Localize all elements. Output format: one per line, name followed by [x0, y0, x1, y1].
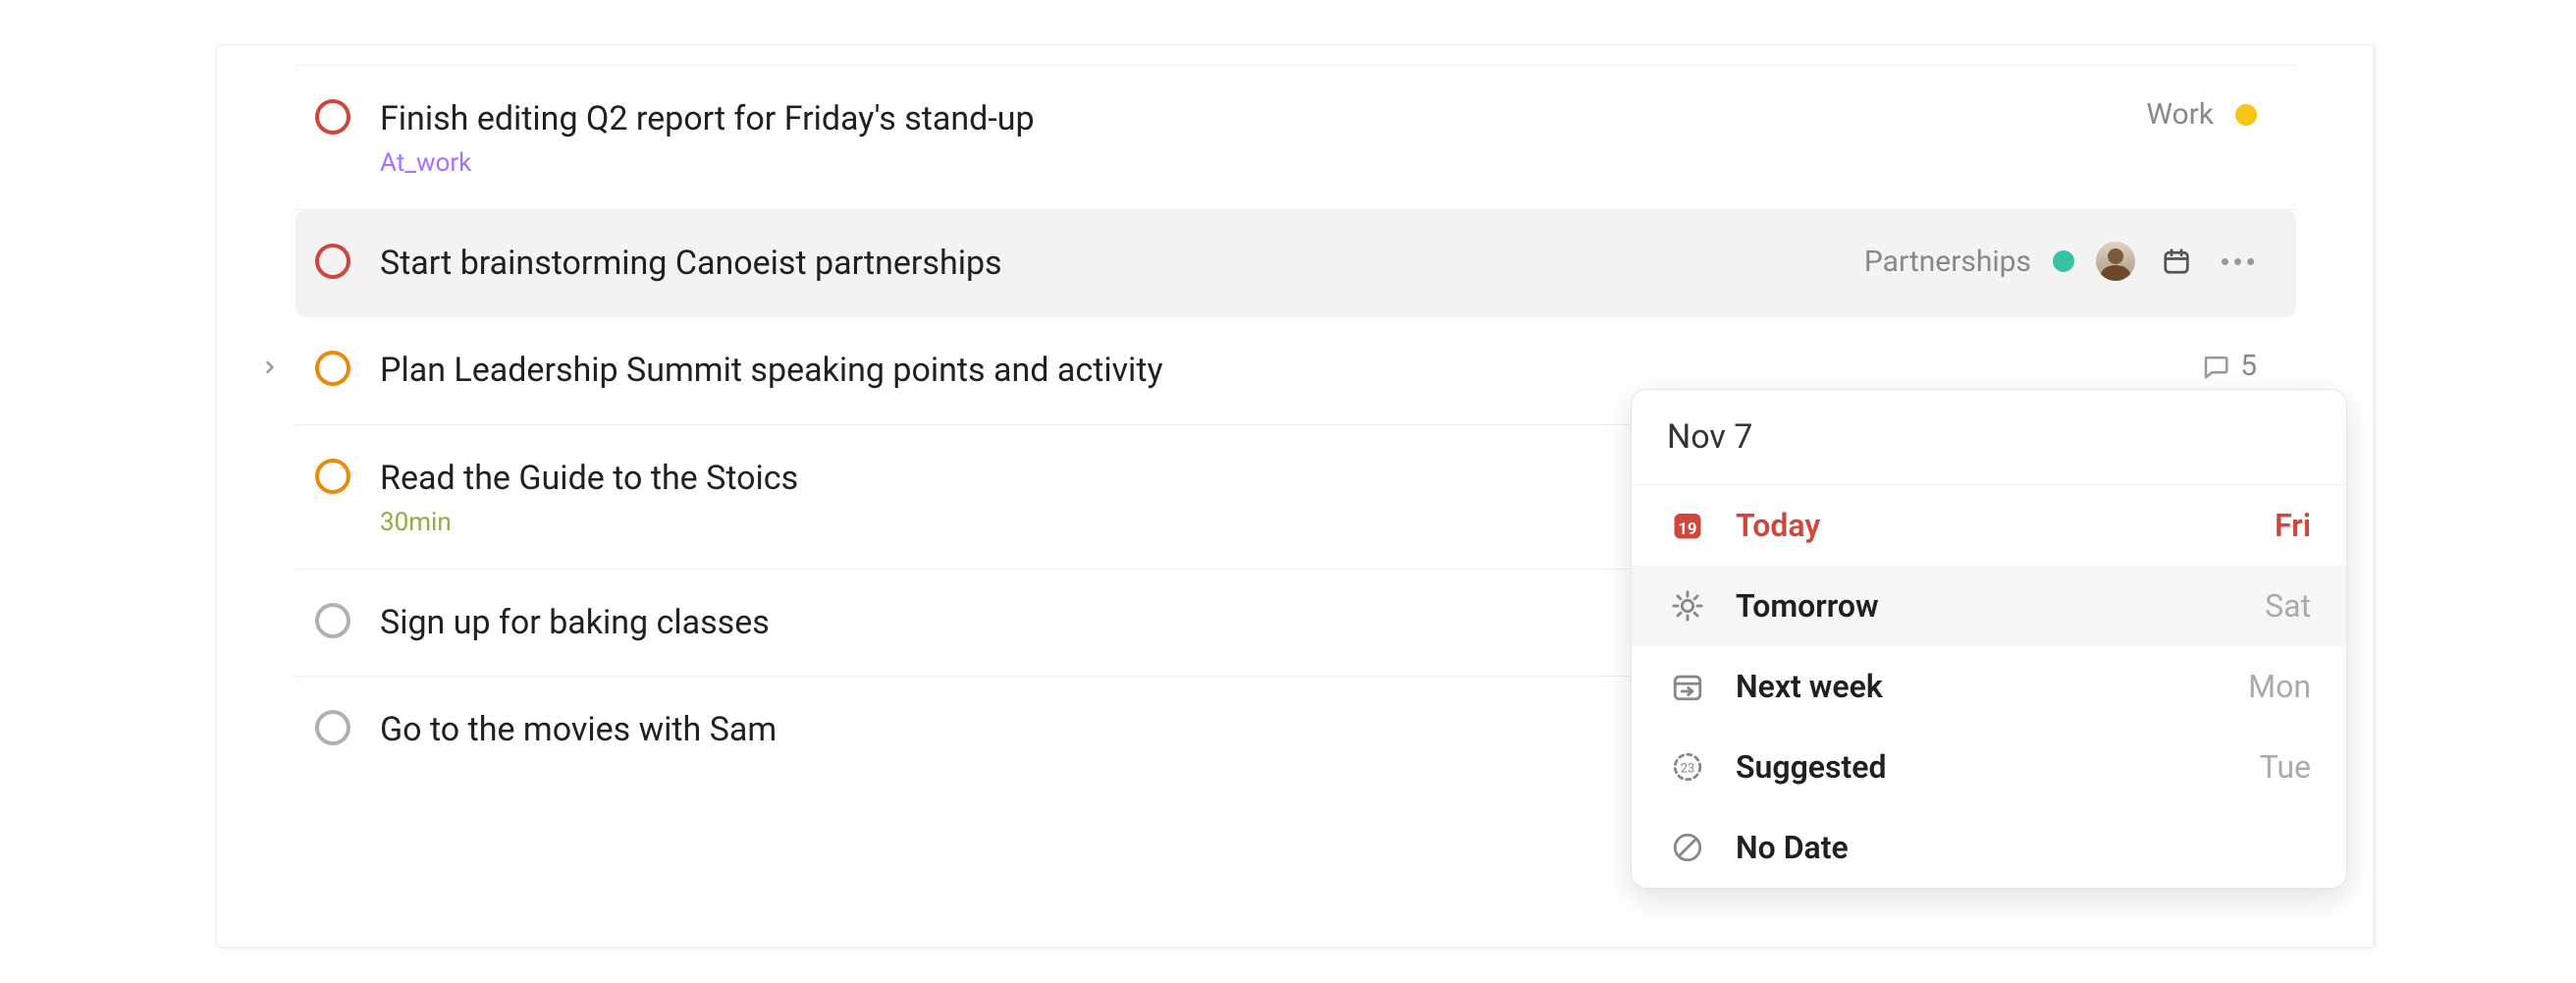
schedule-icon[interactable] [2157, 242, 2196, 281]
date-option-label: Next week [1736, 668, 1883, 705]
date-option-suggested[interactable]: 23 Suggested Tue [1632, 727, 2346, 807]
date-option-tomorrow[interactable]: Tomorrow Sat [1632, 566, 2346, 646]
svg-text:19: 19 [1679, 520, 1697, 539]
project-name[interactable]: Work [2146, 97, 2214, 132]
date-option-label: Today [1736, 507, 1820, 544]
task-title: Start brainstorming Canoeist partnership… [380, 242, 1835, 285]
task-main: Finish editing Q2 report for Friday's st… [380, 97, 2117, 178]
task-title: Plan Leadership Summit speaking points a… [380, 349, 2172, 392]
task-row[interactable]: Finish editing Q2 report for Friday's st… [295, 65, 2296, 210]
date-option-label: Suggested [1736, 748, 1886, 786]
priority-checkbox[interactable] [315, 351, 350, 386]
priority-checkbox[interactable] [315, 459, 350, 494]
date-option-next-week[interactable]: Next week Mon [1632, 646, 2346, 727]
scrollbar-track[interactable] [2373, 45, 2375, 947]
priority-checkbox[interactable] [315, 603, 350, 638]
date-option-label: No Date [1736, 829, 1849, 866]
project-color-dot [2235, 104, 2257, 126]
priority-checkbox[interactable] [315, 244, 350, 279]
more-actions-icon[interactable] [2218, 242, 2257, 281]
date-option-label: Tomorrow [1736, 587, 1879, 625]
app-stage: Finish editing Q2 report for Friday's st… [0, 0, 2576, 983]
date-picker-list: 19 Today Fri [1632, 485, 2346, 888]
date-option-shortcut: Mon [2248, 668, 2311, 705]
suggested-date-icon: 23 [1667, 746, 1708, 788]
expand-caret-icon[interactable] [260, 357, 280, 383]
no-date-icon [1667, 827, 1708, 868]
date-option-shortcut: Sat [2265, 587, 2311, 625]
sun-icon [1667, 585, 1708, 627]
date-picker-header[interactable]: Nov 7 [1632, 390, 2346, 485]
svg-text:23: 23 [1681, 762, 1694, 777]
priority-checkbox[interactable] [315, 99, 350, 135]
date-option-shortcut: Fri [2275, 507, 2311, 544]
project-color-dot [2053, 250, 2074, 272]
assignee-avatar[interactable] [2096, 242, 2135, 281]
task-main: Start brainstorming Canoeist partnership… [380, 242, 1835, 285]
comment-count[interactable]: 5 [2201, 349, 2257, 383]
task-meta: Work [2146, 97, 2257, 132]
calendar-arrow-icon [1667, 666, 1708, 707]
task-meta: 5 [2201, 349, 2257, 383]
comment-count-value: 5 [2240, 349, 2257, 383]
task-meta: Partnerships [1864, 242, 2257, 281]
date-option-today[interactable]: 19 Today Fri [1632, 485, 2346, 566]
calendar-today-icon: 19 [1667, 505, 1708, 546]
date-option-no-date[interactable]: No Date [1632, 807, 2346, 888]
date-option-shortcut: Tue [2260, 748, 2311, 786]
task-tag[interactable]: At_work [380, 148, 2117, 178]
task-row-selected[interactable]: Start brainstorming Canoeist partnership… [295, 210, 2296, 317]
date-picker-popover: Nov 7 19 Today Fri [1631, 389, 2347, 889]
task-main: Plan Leadership Summit speaking points a… [380, 349, 2172, 392]
priority-checkbox[interactable] [315, 710, 350, 745]
task-panel: Finish editing Q2 report for Friday's st… [216, 44, 2376, 948]
project-name[interactable]: Partnerships [1864, 245, 2031, 279]
task-title: Finish editing Q2 report for Friday's st… [380, 97, 2117, 140]
